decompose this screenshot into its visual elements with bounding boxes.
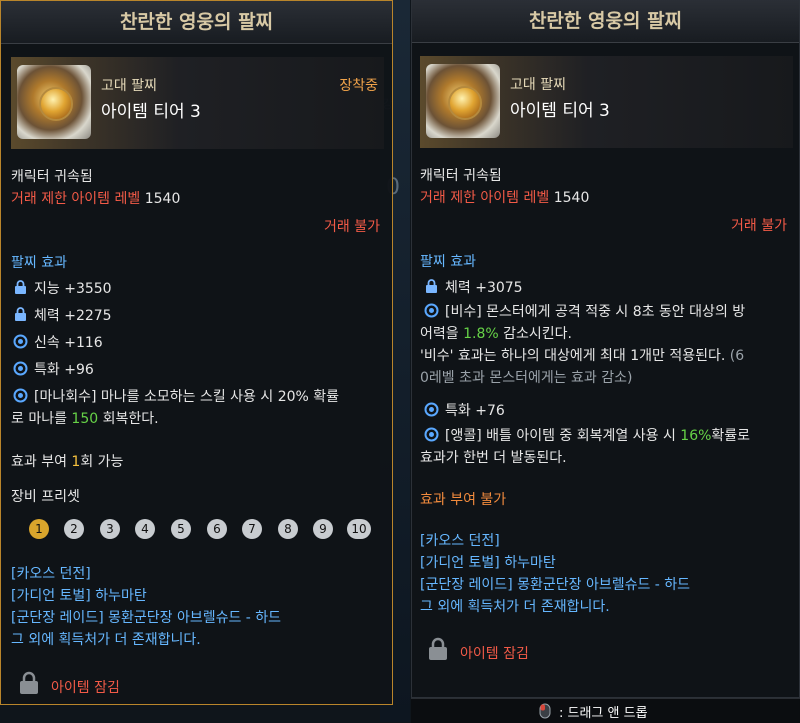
preset-button[interactable]: 9 [313,519,333,539]
special-value: 1.8% [463,326,499,342]
special-text: 감소시킨다. [498,326,572,342]
bound-status: 캐릭터 귀속됨 [420,168,502,184]
special-effect: [앵콜] 배틀 아이템 중 회복계열 사용 시 16%확률로 효과가 한번 더 … [420,425,799,469]
special-text: 어력을 [420,326,464,342]
effect-header: 팔찌 효과 [420,254,476,270]
preset-label: 장비 프리셋 [11,489,80,505]
trade-level-value: 1540 [144,191,181,207]
swirl-icon [13,361,28,376]
stat-text: 특화 +76 [445,403,505,419]
source-list: [카오스 던전] [가디언 토벌] 하누마탄 [군단장 레이드] 몽환군단장 아… [420,530,690,618]
bound-status: 캐릭터 귀속됨 [11,169,93,185]
trade-level-value: 1540 [553,190,590,206]
item-grade: 고대 팔찌 [510,77,566,93]
source-item: [군단장 레이드] 몽환군단장 아브렐슈드 - 하드 [11,610,282,626]
stat-row: 특화 +76 [424,400,505,420]
item-grade: 고대 팔찌 [101,78,157,94]
item-tier: 아이템 티어 3 [510,101,610,121]
item-header: 고대 팔찌 아이템 티어 3 [420,56,793,148]
source-item: [군단장 레이드] 몽환군단장 아브렐슈드 - 하드 [420,577,691,593]
hint-bar: : 드래그 앤 드롭 [411,698,800,723]
preset-button[interactable]: 3 [100,519,120,539]
source-item: [카오스 던전] [11,566,91,582]
special-text: '비수' 효과는 하나의 대상에게 최대 1개만 적용된다. [420,348,726,364]
preset-button[interactable]: 6 [207,519,227,539]
bracelet-icon [17,65,91,139]
stat-row: 체력 +2275 [13,305,112,325]
grant-text: 효과 부여 [11,454,72,470]
item-tooltip-equipped: 찬란한 영웅의 팔찌 고대 팔찌 아이템 티어 3 장착중 캐릭터 귀속됨 거래… [0,0,393,705]
trade-status: 거래 불가 [731,218,787,234]
lock-icon [426,279,437,293]
special-effect: [마나회수] 마나를 소모하는 스킬 사용 시 20% 확률 로 마나를 150… [11,386,391,430]
preset-button[interactable]: 1 [29,519,49,539]
source-item: [가디언 토벌] 하누마탄 [11,588,147,604]
trade-level: 거래 제한 아이템 레벨 1540 [11,188,180,208]
swirl-icon [424,303,439,318]
special-text: 로 마나를 [11,411,72,427]
special-text: 확률로 [711,428,751,444]
special-value: 16% [680,428,712,444]
source-more: 그 외에 획득처가 더 존재합니다. [11,632,201,648]
source-item: [가디언 토벌] 하누마탄 [420,555,556,571]
preset-button[interactable]: 8 [278,519,298,539]
preset-button[interactable]: 4 [135,519,155,539]
mouse-icon [539,703,551,719]
stat-row: 특화 +96 [13,359,94,379]
stat-row: 신속 +116 [13,332,103,352]
padlock-icon [429,637,447,660]
special-line: [비수] 몬스터에게 공격 적중 시 8초 동안 대상의 방 [445,304,746,320]
swirl-icon [13,388,28,403]
grant-count: 효과 부여 1회 가능 [11,451,123,471]
grant-text: 회 가능 [80,454,124,470]
item-tooltip-compare: 찬란한 영웅의 팔찌 고대 팔찌 아이템 티어 3 캐릭터 귀속됨 거래 제한 … [411,0,800,698]
swirl-icon [424,427,439,442]
lock-icon [15,280,26,294]
grant-num: 1 [71,454,81,470]
item-locked-label: 아이템 잠김 [51,680,120,696]
stat-text: 체력 +2275 [34,308,112,324]
stat-row: 체력 +3075 [424,277,523,297]
trade-level-label: 거래 제한 아이템 레벨 [420,190,550,206]
special-note: (6 [725,348,745,364]
source-item: [카오스 던전] [420,533,500,549]
item-tier: 아이템 티어 3 [101,102,201,122]
trade-level: 거래 제한 아이템 레벨 1540 [420,187,589,207]
swirl-icon [424,402,439,417]
padlock-icon [20,671,38,694]
stat-text: 지능 +3550 [34,281,112,297]
stat-text: 신속 +116 [34,335,103,351]
stat-text: 특화 +96 [34,362,94,378]
equipped-badge: 장착중 [339,78,378,94]
preset-button[interactable]: 7 [242,519,262,539]
drag-drop-hint: : 드래그 앤 드롭 [559,706,648,721]
item-header: 고대 팔찌 아이템 티어 3 장착중 [11,57,384,149]
trade-status: 거래 불가 [324,219,380,235]
preset-button[interactable]: 2 [64,519,84,539]
special-text: 효과가 한번 더 발동된다. [420,450,567,466]
special-text: 회복한다. [98,411,159,427]
preset-button[interactable]: 10 [347,519,371,539]
trade-level-label: 거래 제한 아이템 레벨 [11,191,141,207]
stat-row: 지능 +3550 [13,278,112,298]
effect-header: 팔찌 효과 [11,255,67,271]
bracelet-icon [426,64,500,138]
special-note: 0레벨 초과 몬스터에게는 효과 감소) [420,370,633,386]
swirl-icon [13,334,28,349]
source-list: [카오스 던전] [가디언 토벌] 하누마탄 [군단장 레이드] 몽환군단장 아… [11,563,281,651]
source-more: 그 외에 획득처가 더 존재합니다. [420,599,610,615]
lock-icon [15,307,26,321]
item-locked-label: 아이템 잠김 [460,646,529,662]
item-title: 찬란한 영웅의 팔찌 [1,1,392,44]
special-effect: [비수] 몬스터에게 공격 적중 시 8초 동안 대상의 방 어력을 1.8% … [420,301,799,389]
grant-status: 효과 부여 불가 [420,492,507,508]
stat-text: 체력 +3075 [445,280,523,296]
special-text: [앵콜] 배틀 아이템 중 회복계열 사용 시 [445,428,681,444]
special-line: [마나회수] 마나를 소모하는 스킬 사용 시 20% 확률 [34,389,340,405]
item-title: 찬란한 영웅의 팔찌 [412,0,799,43]
special-value: 150 [71,411,99,427]
preset-button[interactable]: 5 [171,519,191,539]
